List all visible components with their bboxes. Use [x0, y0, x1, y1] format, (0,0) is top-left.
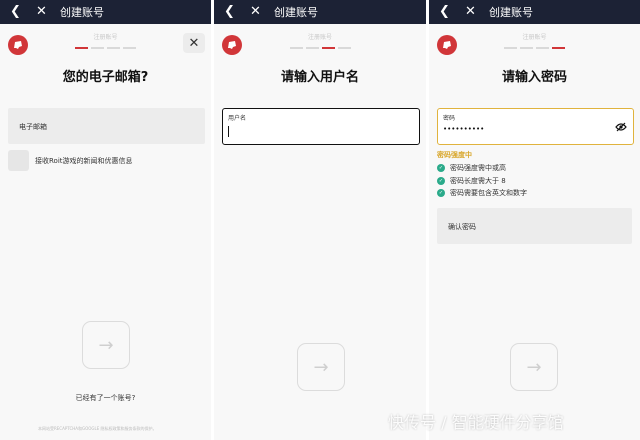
topbar-title: 创建账号	[489, 6, 533, 19]
progress-label: 注册账号	[307, 34, 332, 41]
password-label: 密码	[443, 115, 456, 122]
topbar: ❮ ✕ 创建账号	[0, 0, 211, 24]
step-progress: 注册账号	[429, 34, 640, 49]
confirm-password-field[interactable]: 确认密码	[437, 208, 632, 244]
email-step-panel: ❮ ✕ 创建账号 注册账号 ✕ 您的电子邮箱? 电子邮箱 接收Roit游戏的新闻…	[0, 0, 211, 440]
page-heading: 请输入密码	[501, 70, 567, 85]
arrow-right-icon: →	[313, 356, 329, 378]
topbar: ❮ ✕ 创建账号	[214, 0, 426, 24]
newsletter-label: 接收Roit游戏的新闻和优惠信息	[35, 157, 133, 165]
progress-step-4	[552, 47, 565, 49]
next-button[interactable]: →	[510, 343, 558, 391]
back-icon[interactable]: ❮	[10, 0, 22, 24]
arrow-right-icon: →	[98, 334, 114, 356]
email-field[interactable]: 电子邮箱	[8, 108, 205, 144]
watermark: 快传号 / 智能硬件分享馆	[388, 413, 564, 432]
close-icon: ✕	[188, 35, 200, 51]
page-heading: 请输入用户名	[280, 70, 359, 85]
password-strength: 密码强度中	[437, 151, 472, 159]
signin-link[interactable]: 已经有了一个账号?	[0, 393, 211, 403]
next-button[interactable]: →	[297, 343, 345, 391]
rule-item: ✓ 密码需要包含英文和数字	[437, 188, 527, 198]
step-progress: 注册账号	[214, 34, 426, 49]
topbar-title: 创建账号	[60, 6, 104, 19]
back-icon[interactable]: ❮	[224, 0, 236, 24]
dismiss-button[interactable]: ✕	[183, 33, 205, 53]
password-input[interactable]: 密码 ••••••••••	[437, 108, 634, 145]
recaptcha-footnote: 本网站受RECAPTCHA和GOOGLE 隐私权政策和服务条款的保护。	[38, 426, 157, 431]
password-value: ••••••••••	[443, 125, 485, 133]
rule-item: ✓ 密码长度需大于 8	[437, 176, 506, 186]
progress-step-1	[75, 47, 88, 49]
password-step-panel: ❮ ✕ 创建账号 注册账号 请输入密码 密码 •••••••••• 密码强度中 …	[429, 0, 640, 440]
progress-step-3	[321, 47, 335, 49]
progress-step-3	[107, 47, 120, 49]
progress-step-1	[289, 47, 303, 49]
username-step-panel: ❮ ✕ 创建账号 注册账号 请输入用户名 用户名 →	[214, 0, 426, 440]
step-progress: 注册账号	[0, 34, 211, 49]
eye-slash-icon[interactable]	[615, 122, 627, 132]
arrow-right-icon: →	[526, 356, 542, 378]
username-label: 用户名	[228, 115, 247, 122]
username-input[interactable]: 用户名	[222, 108, 420, 145]
page-heading: 您的电子邮箱?	[62, 70, 149, 85]
rule-text: 密码强度需中或高	[450, 164, 506, 172]
topbar: ❮ ✕ 创建账号	[429, 0, 640, 24]
progress-step-2	[91, 47, 104, 49]
back-icon[interactable]: ❮	[439, 0, 451, 24]
rule-text: 密码需要包含英文和数字	[450, 189, 527, 197]
progress-label: 注册账号	[522, 34, 547, 41]
check-icon: ✓	[437, 164, 445, 172]
topbar-title: 创建账号	[274, 6, 318, 19]
progress-step-1	[504, 47, 517, 49]
close-icon[interactable]: ✕	[465, 0, 477, 24]
check-icon: ✓	[437, 177, 445, 185]
check-icon: ✓	[437, 189, 445, 197]
progress-step-4	[123, 47, 136, 49]
progress-step-2	[520, 47, 533, 49]
close-icon[interactable]: ✕	[250, 0, 262, 24]
confirm-password-label: 确认密码	[448, 223, 476, 231]
progress-step-2	[305, 47, 319, 49]
close-icon[interactable]: ✕	[36, 0, 48, 24]
progress-step-4	[337, 47, 351, 49]
next-button[interactable]: →	[82, 321, 130, 369]
progress-step-3	[536, 47, 549, 49]
rule-item: ✓ 密码强度需中或高	[437, 163, 506, 173]
progress-label: 注册账号	[93, 34, 118, 41]
newsletter-opt-in: 接收Roit游戏的新闻和优惠信息	[8, 150, 205, 172]
text-caret	[228, 126, 229, 137]
rule-text: 密码长度需大于 8	[450, 177, 506, 185]
email-field-label: 电子邮箱	[19, 123, 47, 131]
newsletter-checkbox[interactable]	[8, 150, 29, 171]
